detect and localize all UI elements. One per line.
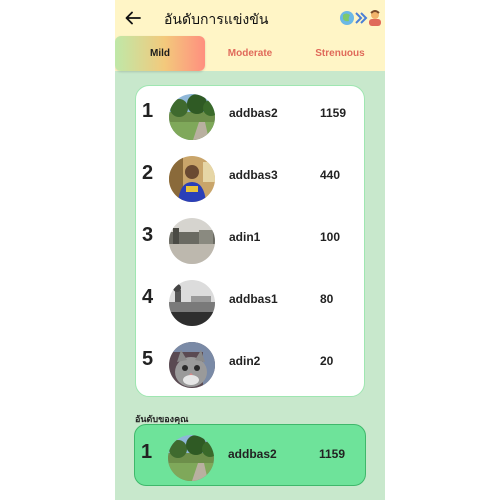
rank-number: 2 xyxy=(142,162,154,184)
leaderboard-row[interactable]: 1 addbas2 1159 xyxy=(136,88,366,140)
player-score: 1159 xyxy=(320,106,347,120)
leaderboard-row[interactable]: 4 addbas1 80 xyxy=(136,274,366,326)
player-name: addbas1 xyxy=(229,292,278,306)
avatar xyxy=(169,218,215,264)
player-name: adin2 xyxy=(229,354,261,368)
player-name: addbas2 xyxy=(229,106,278,120)
tab-mild[interactable]: Mild xyxy=(115,36,205,71)
leaderboard-row[interactable]: 2 addbas3 440 xyxy=(136,150,366,202)
tab-strenuous[interactable]: Strenuous xyxy=(295,36,385,71)
avatar xyxy=(169,280,215,326)
player-score: 100 xyxy=(320,230,341,244)
tab-moderate[interactable]: Moderate xyxy=(205,36,295,71)
my-rank-row: 1 addbas2 1159 xyxy=(135,429,365,481)
leaderboard-row[interactable]: 5 adin2 20 xyxy=(136,336,366,388)
page-title: อันดับการแข่งขัน xyxy=(164,11,269,27)
app-logo-icon xyxy=(340,10,381,26)
player-score: 1159 xyxy=(319,447,346,461)
rank-number: 5 xyxy=(142,348,154,370)
rank-number: 1 xyxy=(142,100,154,122)
player-name: addbas3 xyxy=(229,168,278,182)
leaderboard-row[interactable]: 3 adin1 100 xyxy=(136,212,366,264)
player-name: adin1 xyxy=(229,230,261,244)
player-score: 20 xyxy=(320,354,334,368)
my-rank-card[interactable]: 1 addbas2 1159 xyxy=(134,424,366,486)
app-bar: อันดับการแข่งขัน xyxy=(115,0,385,36)
arrow-left-icon[interactable] xyxy=(124,9,142,27)
avatar xyxy=(169,156,215,202)
avatar xyxy=(169,94,215,140)
difficulty-tabs: Mild Moderate Strenuous xyxy=(115,36,385,71)
app-screen: อันดับการแข่งขัน Mild Moderate Strenuous… xyxy=(115,0,385,500)
avatar xyxy=(168,435,214,481)
rank-number: 3 xyxy=(142,224,154,246)
rank-number: 1 xyxy=(141,441,153,463)
player-score: 440 xyxy=(320,168,341,182)
leaderboard-card: 1 addbas2 1159 2 addbas3 440 3 adin1 100… xyxy=(135,85,365,397)
rank-number: 4 xyxy=(142,286,154,308)
player-score: 80 xyxy=(320,292,334,306)
player-name: addbas2 xyxy=(228,447,277,461)
avatar xyxy=(169,342,215,388)
